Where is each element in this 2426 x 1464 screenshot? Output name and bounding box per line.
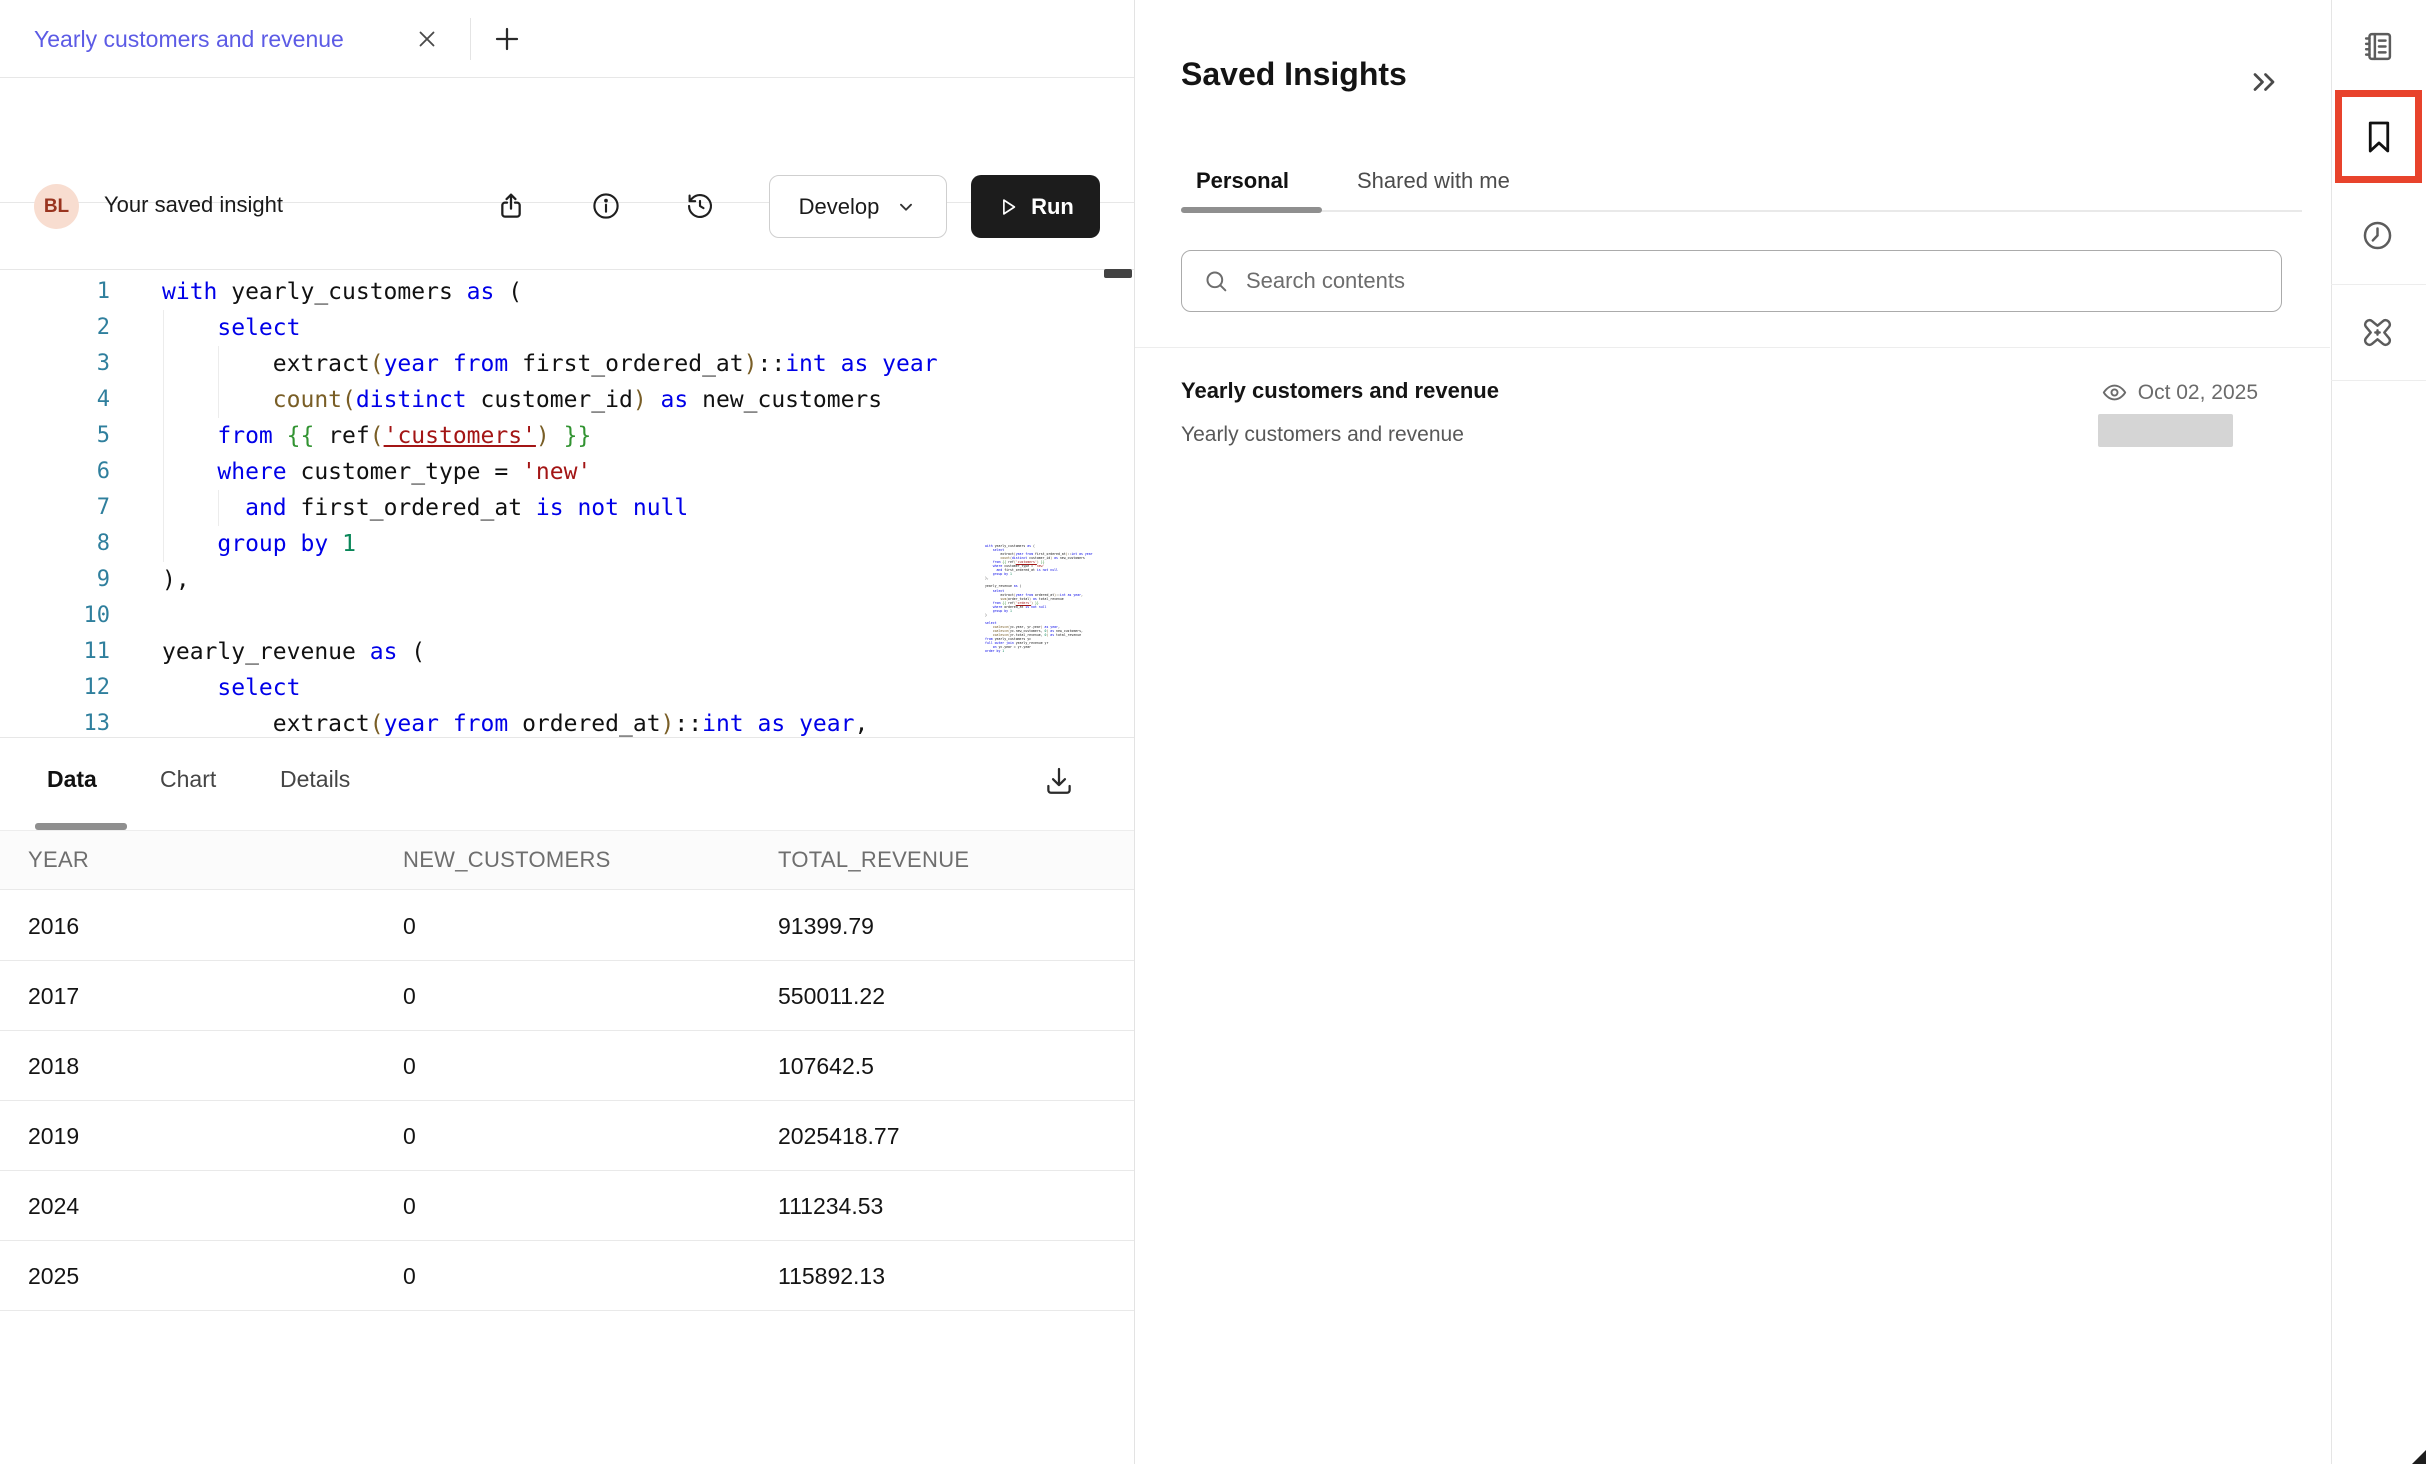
table-cell: 2024 — [28, 1171, 79, 1241]
tab-details[interactable]: Details — [280, 766, 350, 793]
editor-gutter: 12345678910111213 — [0, 274, 110, 738]
table-cell: 107642.5 — [778, 1031, 874, 1101]
table-cell: 0 — [403, 891, 416, 961]
table-row[interactable]: 2019 0 2025418.77 — [0, 1101, 1134, 1171]
insight-item-meta: Oct 02, 2025 — [2101, 379, 2258, 406]
table-row[interactable]: 2024 0 111234.53 — [0, 1171, 1134, 1241]
insight-item-title[interactable]: Yearly customers and revenue — [1181, 378, 1499, 404]
sql-editor[interactable]: 12345678910111213 with yearly_customers … — [0, 270, 1134, 738]
insight-item-subtitle: Yearly customers and revenue — [1181, 423, 1464, 447]
indent-guide — [218, 490, 219, 526]
table-cell: 2025418.77 — [778, 1101, 900, 1171]
search-box — [1181, 250, 2282, 312]
table-cell: 91399.79 — [778, 891, 874, 961]
table-cell: 0 — [403, 1031, 416, 1101]
close-icon[interactable] — [414, 26, 440, 52]
editor-scrollbar-thumb[interactable] — [1104, 269, 1132, 278]
column-header-year[interactable]: YEAR — [28, 831, 89, 889]
rail-item-saved-insights-selected[interactable] — [2335, 90, 2422, 183]
table-cell: 2018 — [28, 1031, 79, 1101]
table-cell: 2016 — [28, 891, 79, 961]
skeleton-placeholder — [2098, 414, 2233, 447]
bookmark-icon — [2358, 116, 2400, 158]
tab-personal[interactable]: Personal — [1196, 168, 1289, 194]
tab-bar: Yearly customers and revenue — [0, 0, 1134, 78]
corner-cursor-artifact — [2412, 1450, 2426, 1464]
plus-icon[interactable] — [492, 24, 522, 54]
table-cell: 2017 — [28, 961, 79, 1031]
panel-tabs-underline — [1181, 210, 2302, 212]
workbook-header: BL Your saved insight Develop — [0, 78, 1134, 203]
table-cell: 0 — [403, 1241, 416, 1311]
indent-guide — [163, 310, 164, 562]
active-tab-indicator — [35, 823, 127, 830]
table-cell: 111234.53 — [778, 1171, 883, 1241]
table-cell: 550011.22 — [778, 961, 885, 1031]
editor-code[interactable]: with yearly_customers as ( select extrac… — [162, 274, 938, 738]
tab-shared-with-me[interactable]: Shared with me — [1357, 168, 1510, 194]
table-cell: 115892.13 — [778, 1241, 885, 1311]
table-row[interactable]: 2017 0 550011.22 — [0, 961, 1134, 1031]
panel-title: Saved Insights — [1181, 56, 1407, 93]
rail-divider — [2331, 380, 2426, 381]
rail-divider — [2331, 284, 2426, 285]
tab-chart[interactable]: Chart — [160, 766, 216, 793]
chevrons-right-icon[interactable] — [2246, 64, 2282, 100]
table-cell: 2025 — [28, 1241, 79, 1311]
saved-insights-panel — [1134, 0, 2330, 1464]
status-row: Query completed in 4s Environment: PROD … — [0, 203, 1134, 270]
column-header-total-revenue[interactable]: TOTAL_REVENUE — [778, 831, 969, 889]
download-icon[interactable] — [1042, 764, 1076, 798]
search-icon — [1202, 267, 1230, 295]
table-cell: 0 — [403, 961, 416, 1031]
panel-active-tab-indicator — [1181, 207, 1322, 213]
notebook-icon[interactable] — [2360, 29, 2395, 64]
clock-icon[interactable] — [2360, 218, 2395, 253]
column-header-new-customers[interactable]: NEW_CUSTOMERS — [403, 831, 611, 889]
search-input[interactable] — [1246, 268, 2146, 294]
app-root: Yearly customers and revenue BL Your sav… — [0, 0, 2426, 1464]
table-cell: 0 — [403, 1101, 416, 1171]
results-table-header: YEAR NEW_CUSTOMERS TOTAL_REVENUE — [0, 830, 1134, 890]
table-cell: 2019 — [28, 1101, 79, 1171]
tab-data[interactable]: Data — [47, 766, 97, 793]
minimap[interactable]: with yearly_customers as ( select extrac… — [985, 544, 1103, 738]
panel-divider — [1135, 347, 2330, 348]
workbook-tab-title: Yearly customers and revenue — [34, 26, 344, 53]
workbook-tab[interactable]: Yearly customers and revenue — [34, 0, 344, 78]
table-row[interactable]: 2016 0 91399.79 — [0, 891, 1134, 961]
results-table-body: 2016 0 91399.79 2017 0 550011.22 2018 0 107642.5… — [0, 891, 1134, 1311]
indent-guide — [218, 346, 219, 418]
table-row[interactable]: 2018 0 107642.5 — [0, 1031, 1134, 1101]
table-cell: 0 — [403, 1171, 416, 1241]
insight-item-date: Oct 02, 2025 — [2138, 381, 2258, 405]
tab-separator — [470, 18, 471, 60]
table-row[interactable]: 2025 0 115892.13 — [0, 1241, 1134, 1311]
compass-icon[interactable] — [2359, 314, 2396, 351]
eye-icon — [2101, 379, 2128, 406]
